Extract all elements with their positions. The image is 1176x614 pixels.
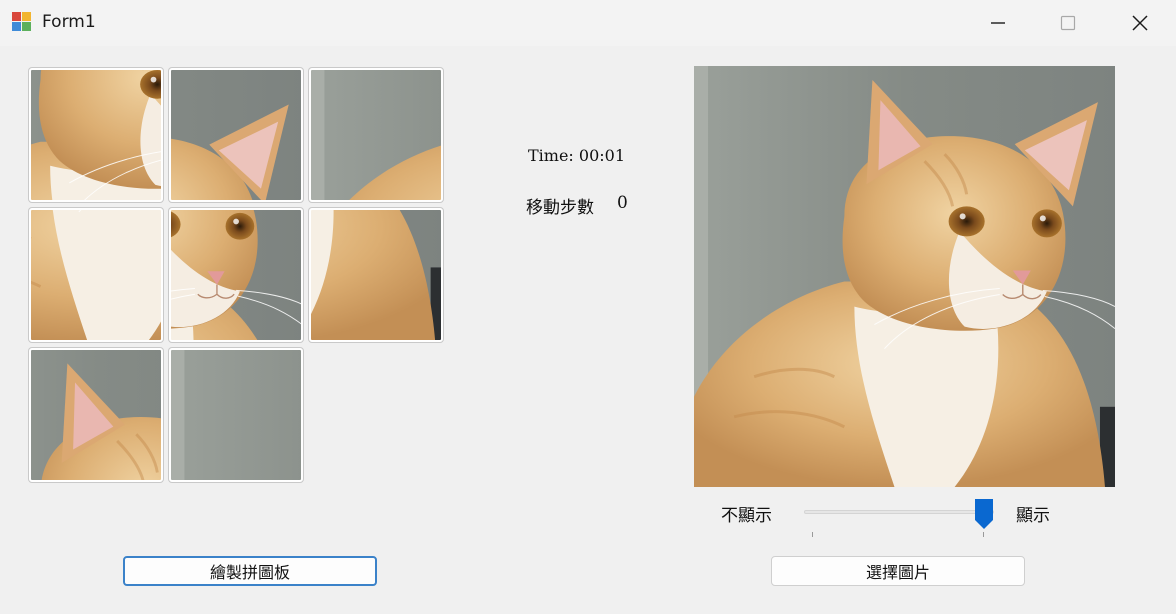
close-icon — [1132, 15, 1148, 31]
puzzle-tile[interactable] — [169, 208, 303, 342]
preview-opacity-slider[interactable] — [804, 496, 994, 540]
puzzle-tile[interactable] — [169, 348, 303, 482]
window-title: Form1 — [42, 12, 96, 32]
time-label: Time: 00:01 — [528, 146, 626, 165]
puzzle-tile[interactable] — [29, 208, 163, 342]
moves-count: 0 — [617, 193, 628, 213]
puzzle-tile[interactable] — [309, 208, 443, 342]
preview-image — [694, 66, 1115, 487]
moves-label: 移動步數 — [526, 198, 594, 218]
draw-board-button[interactable]: 繪製拼圖板 — [123, 556, 377, 586]
maximize-button[interactable] — [1038, 0, 1098, 46]
slider-tick — [812, 532, 813, 537]
slider-thumb[interactable] — [974, 498, 994, 530]
cat-photo — [694, 66, 1115, 487]
show-label: 顯示 — [1016, 506, 1050, 526]
puzzle-tile[interactable] — [29, 348, 163, 482]
maximize-icon — [1060, 15, 1076, 31]
app-icon — [12, 12, 32, 32]
hide-label: 不顯示 — [721, 506, 772, 526]
minimize-button[interactable] — [968, 0, 1028, 46]
title-bar: Form1 — [0, 0, 1176, 46]
slider-track — [804, 510, 994, 514]
puzzle-tile[interactable] — [169, 68, 303, 202]
close-button[interactable] — [1110, 0, 1170, 46]
slider-tick — [983, 532, 984, 537]
puzzle-tile[interactable] — [309, 68, 443, 202]
puzzle-tile[interactable] — [29, 68, 163, 202]
choose-image-button[interactable]: 選擇圖片 — [771, 556, 1025, 586]
minimize-icon — [991, 22, 1005, 24]
